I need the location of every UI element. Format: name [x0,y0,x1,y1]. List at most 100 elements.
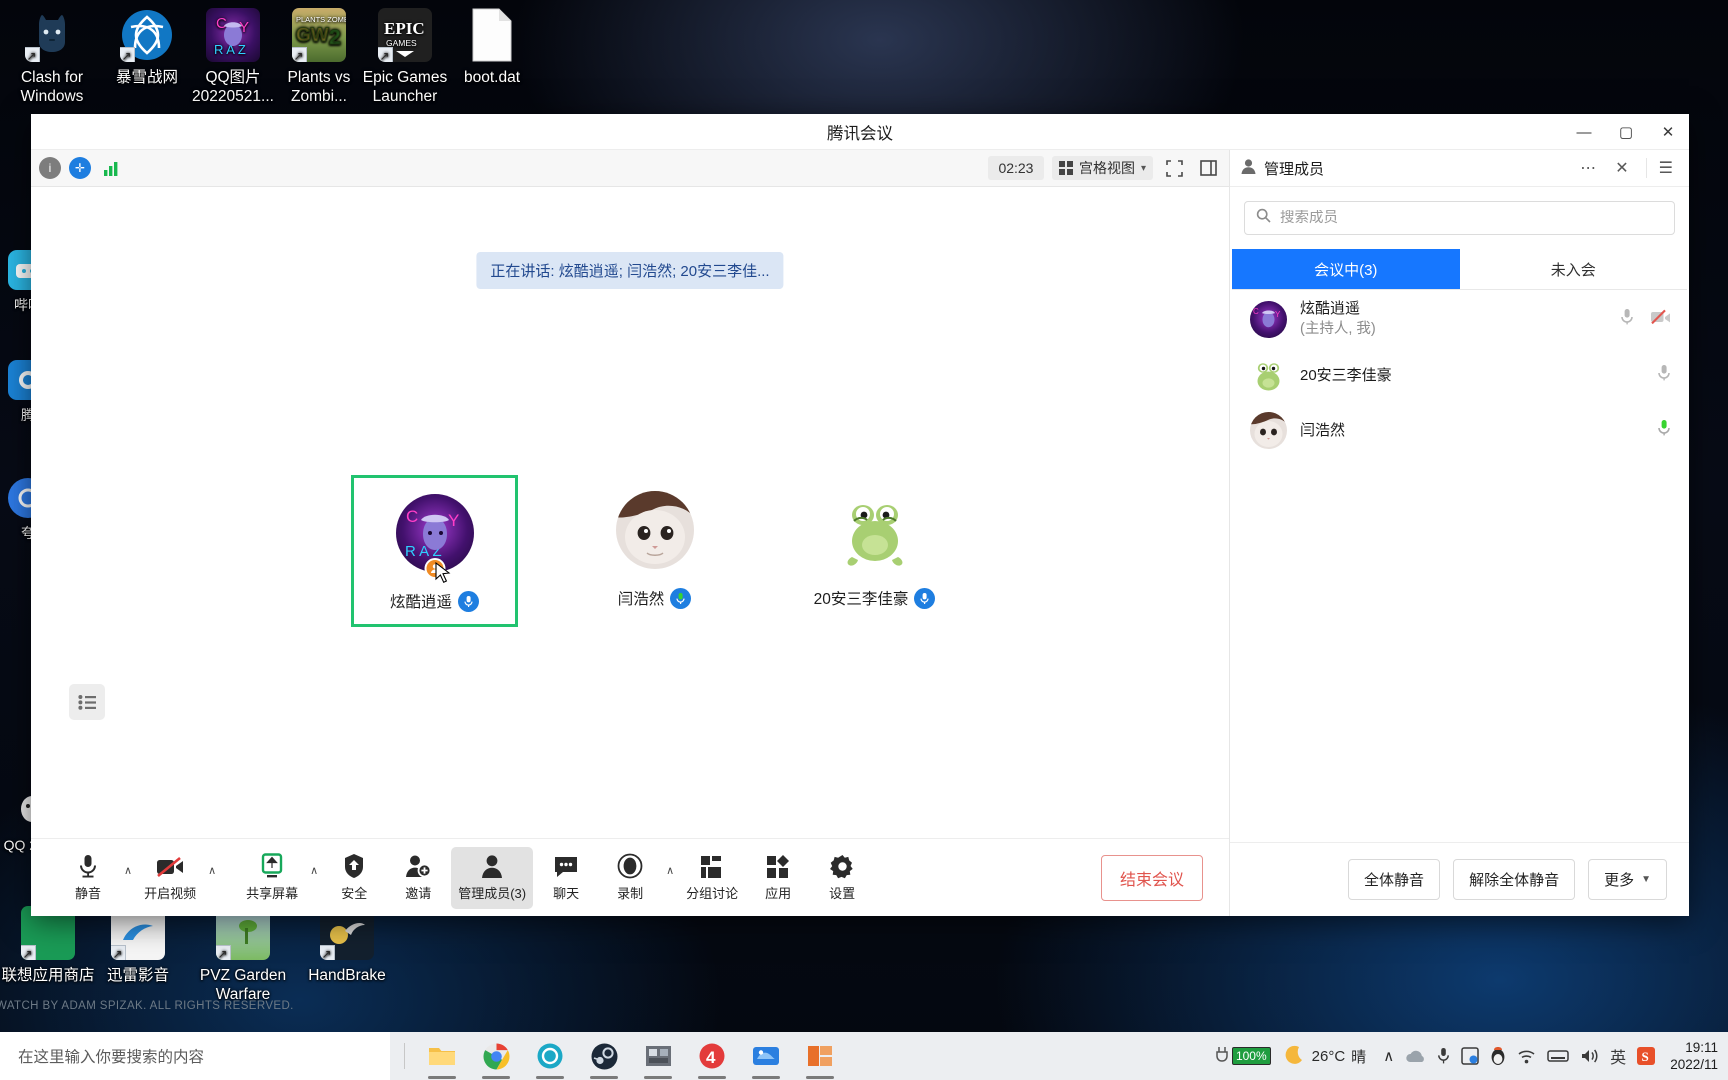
taskbar-tencent-meeting[interactable] [743,1036,789,1079]
maximize-button[interactable]: ▢ [1605,114,1647,150]
participant-row[interactable]: C Y 炫酷逍遥 (主持人, 我) [1230,290,1689,348]
panel-more-button[interactable]: ⋯ [1574,158,1602,178]
mic-options-caret[interactable]: ∧ [121,864,135,891]
close-button[interactable]: ✕ [1647,114,1689,150]
tool-record[interactable]: 录制 [599,847,661,909]
taskbar-search[interactable]: 在这里输入你要搜索的内容 [0,1032,390,1080]
sidebar-layout-icon[interactable] [1195,156,1221,180]
taskbar-steam[interactable] [581,1036,627,1079]
tool-manage-members[interactable]: 管理成员(3) [451,846,534,909]
tray-expand-chevron-icon[interactable]: ∧ [1377,1047,1394,1065]
mic-grey-icon[interactable] [1620,308,1634,331]
desktop-icon-pvz-gw[interactable]: ↗ PVZ Garden Warfare [184,906,302,1004]
clash-icon: ↗ [25,8,79,62]
tool-start-video[interactable]: 开启视频 [137,847,203,909]
taskbar-circle-app[interactable] [527,1036,573,1079]
breakout-rooms-icon [700,853,724,879]
frog-avatar [836,491,914,569]
tool-security[interactable]: 安全 [323,847,385,909]
apps-icon [766,853,790,879]
desktop-icon-handbrake[interactable]: ↗ HandBrake [292,906,402,985]
taskbar-chrome[interactable] [473,1036,519,1079]
view-mode-selector[interactable]: 宫格视图 ▾ [1051,156,1153,180]
share-options-caret[interactable]: ∧ [307,864,321,891]
onedrive-icon[interactable] [1405,1049,1426,1064]
weather-widget[interactable]: 26°C 晴 [1282,1044,1367,1068]
tool-chat[interactable]: 聊天 [535,847,597,909]
screenshot-icon[interactable] [1461,1047,1479,1065]
svg-text:2: 2 [329,26,341,49]
wifi-icon[interactable] [1517,1049,1536,1064]
tool-apps[interactable]: 应用 [747,847,809,909]
participant-row[interactable]: 20安三李佳豪 [1230,348,1689,403]
panel-header: 管理成员 ⋯ ✕ ☰ [1230,150,1689,187]
svg-text:Y: Y [448,511,459,530]
host-badge-icon [424,558,445,579]
sogou-icon[interactable]: S [1637,1047,1656,1065]
participant-status-icons [1620,308,1671,331]
avatar [836,491,914,569]
cat-face-avatar [615,491,694,569]
microphone-icon[interactable] [1437,1047,1450,1065]
meeting-timer: 02:23 [987,156,1044,180]
mic-green-icon[interactable] [1657,419,1671,442]
svg-text:C: C [406,507,418,526]
keyboard-icon[interactable] [1547,1049,1569,1063]
participant-status-icons [1657,419,1671,442]
taskbar-game[interactable] [635,1036,681,1079]
person-icon [1240,158,1257,179]
fullscreen-icon[interactable] [1161,156,1187,180]
grid-view-icon [1058,161,1073,175]
tool-settings[interactable]: 设置 [811,847,873,909]
image-file-icon: C Y R A Z [206,8,260,62]
participant-list: C Y 炫酷逍遥 (主持人, 我) 20安三李佳豪 闫浩然 [1230,290,1689,842]
mic-on-icon [458,590,479,612]
battery-percent: 100% [1231,1047,1271,1065]
ime-icon[interactable]: 英 [1610,1044,1626,1068]
taskbar-office[interactable] [797,1036,843,1079]
end-meeting-button[interactable]: 结束会议 [1100,854,1203,901]
taskbar-file-explorer[interactable] [419,1036,465,1079]
weather-desc: 晴 [1351,1048,1367,1066]
participant-row[interactable]: 闫浩然 [1230,403,1689,458]
tool-share-screen[interactable]: 共享屏幕 [239,847,305,909]
taskbar-clock[interactable]: 19:11 2022/11 [1666,1039,1718,1073]
participant-status-icons [1657,364,1671,387]
video-tile[interactable]: C Y R A Z 炫酷逍遥 [351,475,518,627]
qq-penguin-icon[interactable] [1490,1046,1506,1066]
volume-icon[interactable] [1580,1048,1599,1064]
minimize-button[interactable]: — [1563,114,1605,150]
battery-status[interactable]: 100% [1214,1046,1271,1066]
camera-off-red-icon[interactable] [1650,309,1671,330]
mic-grey-icon[interactable] [1657,364,1671,387]
tool-breakout-rooms[interactable]: 分组讨论 [679,847,745,909]
file-icon [465,8,519,62]
video-tile[interactable]: 闫浩然 [571,475,738,627]
camera-options-caret[interactable]: ∧ [205,864,219,891]
tile-name-row: 炫酷逍遥 [354,590,515,612]
taskbar-four-app[interactable]: 4 [689,1036,735,1079]
tab-in-meeting[interactable]: 会议中(3) [1232,249,1460,289]
shield-icon[interactable]: ✛ [69,157,91,179]
info-icon[interactable]: i [39,157,61,179]
record-options-caret[interactable]: ∧ [663,864,677,891]
more-button[interactable]: 更多 ▼ [1588,859,1667,900]
desktop-icon-xunlei[interactable]: ↗ 迅雷影音 [92,906,184,985]
panel-close-button[interactable]: ✕ [1609,158,1634,178]
panel-menu-button[interactable]: ☰ [1645,158,1679,178]
tool-invite[interactable]: 邀请 [387,847,449,909]
tool-label: 应用 [765,886,792,901]
desktop-icon-lenovo-store[interactable]: ↗ 联想应用商店 [0,906,98,985]
meeting-topbar: i ✛ 02:23 宫格视图 ▾ [31,150,1229,187]
desktop-icon-clash[interactable]: ↗ Clash for Windows [0,8,104,106]
mute-all-button[interactable]: 全体静音 [1348,859,1441,900]
desktop-icon-bootdat[interactable]: boot.dat [440,8,544,87]
search-box[interactable] [1244,201,1675,235]
unmute-all-button[interactable]: 解除全体静音 [1453,859,1576,900]
tool-mute[interactable]: 静音 [57,847,119,909]
participant-list-toggle[interactable] [69,684,105,720]
video-tile[interactable]: 20安三李佳豪 [791,475,958,627]
network-signal-icon[interactable] [99,156,125,180]
tab-not-joined[interactable]: 未入会 [1460,249,1688,289]
search-input[interactable] [1280,210,1663,226]
